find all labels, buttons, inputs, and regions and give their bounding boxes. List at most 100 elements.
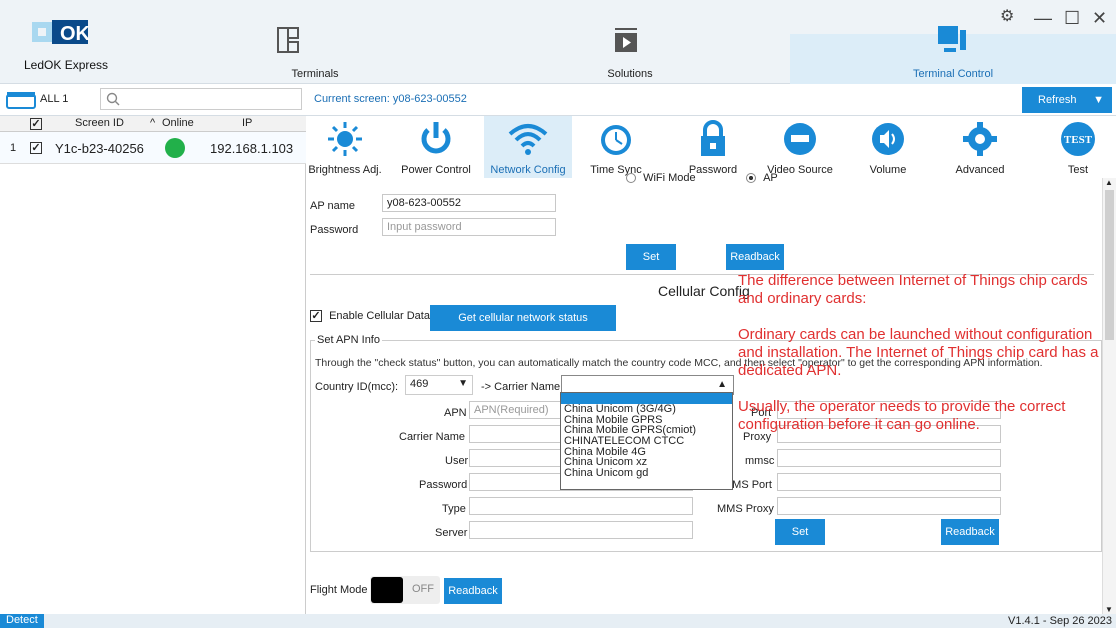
group-icon[interactable]	[6, 91, 36, 109]
online-indicator	[165, 138, 185, 158]
apn-password-label: Password	[419, 479, 468, 491]
video-source-button[interactable]: Video Source	[762, 116, 838, 178]
password-button[interactable]: Password	[678, 116, 748, 178]
tab-terminal-control[interactable]: Terminal Control	[790, 26, 1116, 84]
select-all-checkbox[interactable]: ✓	[30, 118, 42, 130]
refresh-label: Refresh	[1038, 94, 1077, 106]
network-config-label: Network Config	[490, 164, 566, 176]
mmsc-input[interactable]	[777, 449, 1001, 467]
play-screen-icon	[615, 28, 637, 52]
chevron-down-icon: ▼	[458, 378, 468, 389]
apn-label: APN	[444, 407, 467, 419]
advanced-button[interactable]: Advanced	[942, 116, 1018, 178]
flight-mode-toggle[interactable]: OFF	[370, 576, 440, 604]
mms-proxy-input[interactable]	[777, 497, 1001, 515]
network-config-button[interactable]: Network Config	[484, 116, 572, 178]
terminal-control-icon	[938, 26, 966, 52]
settings-icon[interactable]: ⚙	[1000, 6, 1014, 26]
brightness-label: Brightness Adj.	[308, 164, 382, 176]
mms-proxy-label: MMS Proxy	[717, 503, 774, 515]
ap-name-input[interactable]: y08-623-00552	[382, 194, 556, 212]
volume-button[interactable]: Volume	[858, 116, 918, 178]
annotation-line: and ordinary cards:	[738, 290, 867, 307]
svg-text:TEST: TEST	[1064, 134, 1093, 146]
apn-set-button[interactable]: Set	[775, 519, 825, 545]
tab-terminals-label: Terminals	[291, 68, 339, 80]
network-config-panel: WiFi Mode AP AP name y08-623-00552 Passw…	[306, 172, 1102, 614]
enable-cellular-label: Enable Cellular Data	[329, 310, 430, 322]
toolbar-row: ALL 1 Current screen: y08-623-00552 Refr…	[0, 84, 1116, 116]
password-input[interactable]: Input password	[382, 218, 556, 236]
country-id-select[interactable]: 469 ▼	[405, 375, 473, 395]
row-screen-id: Y1c-b23-40256	[55, 141, 144, 156]
tab-terminals[interactable]: Terminals	[230, 0, 350, 84]
terminal-list: ✓ Screen ID ^ Online IP 1 ✓ Y1c-b23-4025…	[0, 116, 306, 614]
row-checkbox[interactable]: ✓	[30, 142, 42, 154]
all-count-label: ALL 1	[40, 93, 69, 105]
server-input[interactable]	[469, 521, 693, 539]
flight-mode-label: Flight Mode	[310, 584, 368, 596]
type-label: Type	[442, 503, 466, 515]
power-icon	[421, 122, 451, 154]
annotation-line: The difference between Internet of Thing…	[738, 272, 1088, 289]
type-input[interactable]	[469, 497, 693, 515]
cellular-config-title: Cellular Config	[658, 283, 750, 299]
power-button[interactable]: Power Control	[396, 116, 476, 178]
control-icon-bar: Brightness Adj. Power Control Network Co…	[306, 116, 1116, 178]
ap-readback-button[interactable]: Readback	[726, 244, 784, 270]
tab-terminal-control-label: Terminal Control	[912, 68, 994, 80]
minimize-icon[interactable]: —	[1034, 8, 1052, 29]
current-screen-label: Current screen: y08-623-00552	[314, 93, 467, 105]
power-label: Power Control	[401, 164, 471, 176]
svg-text:OK: OK	[60, 23, 90, 45]
top-bar: OK LedOK Express Terminals Solutions Ter…	[0, 0, 1116, 84]
ap-label: AP	[763, 172, 778, 184]
ap-radio[interactable]: AP	[746, 172, 826, 184]
carrier-arrow-label: -> Carrier Name	[481, 381, 561, 393]
scroll-down-icon[interactable]: ▼	[1105, 605, 1113, 614]
enable-cellular-checkbox[interactable]: ✓ Enable Cellular Data	[310, 310, 430, 322]
row-ip: 192.168.1.103	[210, 141, 294, 156]
scroll-thumb[interactable]	[1105, 190, 1114, 340]
maximize-icon[interactable]: ☐	[1064, 8, 1080, 29]
terminals-icon	[277, 27, 299, 53]
search-box[interactable]	[100, 88, 302, 110]
brightness-button[interactable]: Brightness Adj.	[306, 116, 384, 178]
scroll-up-icon[interactable]: ▲	[1105, 178, 1113, 187]
sun-icon	[328, 122, 362, 156]
flight-readback-button[interactable]: Readback	[444, 578, 502, 604]
app-name: LedOK Express	[24, 58, 109, 72]
get-cellular-status-button[interactable]: Get cellular network status information	[430, 305, 616, 350]
refresh-button[interactable]: Refresh ▼	[1022, 87, 1112, 113]
header-online[interactable]: Online	[162, 117, 194, 129]
mms-port-input[interactable]	[777, 473, 1001, 491]
annotation-line: and installation. The Internet of Things…	[738, 344, 1099, 361]
detect-button[interactable]: Detect	[0, 614, 44, 628]
lock-icon	[701, 120, 725, 156]
carrier-name-label: Carrier Name	[399, 431, 466, 443]
header-ip[interactable]: IP	[242, 117, 252, 129]
time-sync-button[interactable]: Time Sync	[586, 116, 646, 178]
ap-set-button[interactable]: Set	[626, 244, 676, 270]
tab-solutions-label: Solutions	[607, 68, 653, 80]
country-id-value: 469	[410, 378, 429, 390]
annotation-line: Usually, the operator needs to provide t…	[738, 398, 1066, 415]
apn-group-title: Set APN Info	[315, 334, 382, 346]
user-label: User	[445, 455, 469, 467]
apn-readback-button[interactable]: Readback	[941, 519, 999, 545]
close-icon[interactable]: ✕	[1092, 8, 1107, 29]
wifi-icon	[508, 124, 548, 155]
password-field-label: Password	[310, 224, 359, 236]
header-screen-id[interactable]: Screen ID	[75, 117, 124, 129]
carrier-dropdown-list: China Unicom (3G/4G) China Mobile GPRS C…	[560, 392, 733, 490]
table-row[interactable]: 1 ✓ Y1c-b23-40256 192.168.1.103	[0, 132, 306, 164]
test-icon: TEST	[1061, 122, 1095, 156]
carrier-option[interactable]: China Unicom gd	[561, 468, 732, 479]
test-label: Test	[1067, 164, 1089, 176]
sort-asc-icon: ^	[150, 117, 156, 129]
wifi-mode-radio[interactable]: WiFi Mode	[626, 172, 746, 184]
version-label: V1.4.1 - Sep 26 2023	[1008, 615, 1112, 627]
test-button[interactable]: TEST Test	[1050, 116, 1106, 178]
tab-solutions[interactable]: Solutions	[565, 0, 695, 84]
vertical-scrollbar[interactable]: ▲ ▼	[1102, 178, 1116, 614]
